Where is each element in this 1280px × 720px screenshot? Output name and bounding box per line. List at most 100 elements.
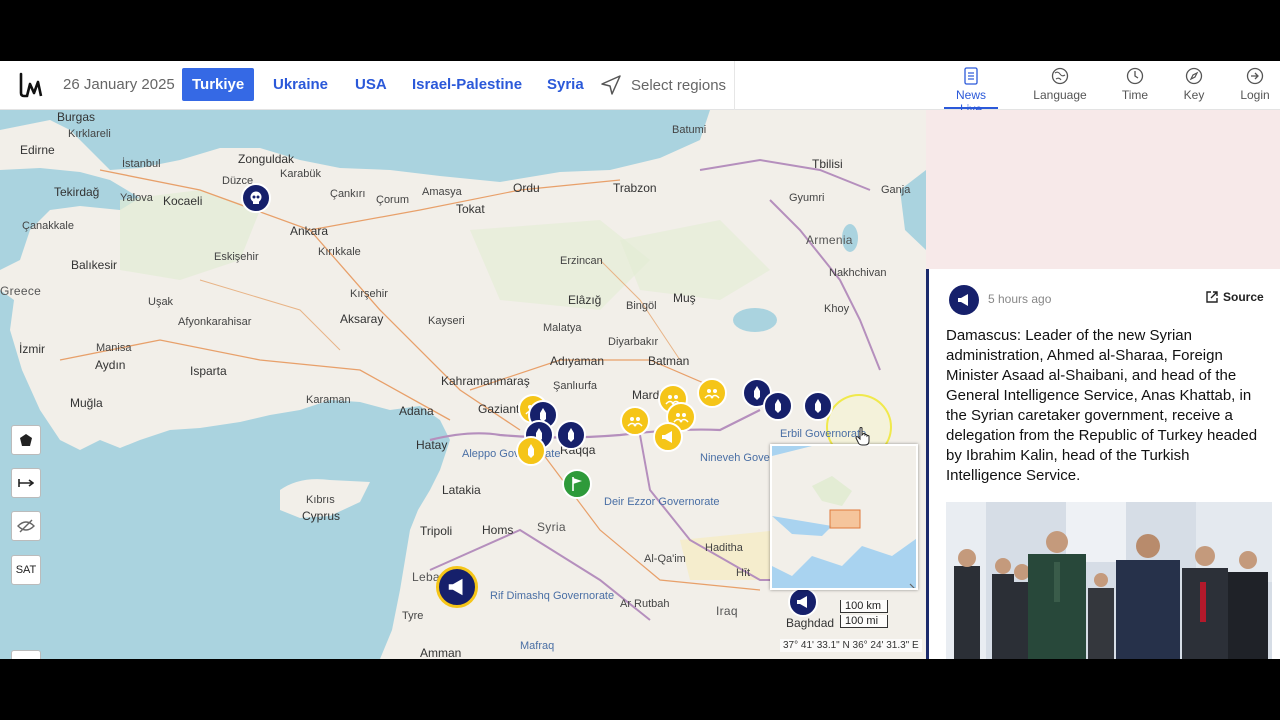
map-label: Kahramanmaraş: [441, 374, 530, 388]
nav-time[interactable]: Time: [1117, 67, 1153, 109]
map-label: Batumi: [672, 124, 707, 136]
map-label: İzmir: [19, 342, 45, 356]
bomb-icon: [754, 386, 760, 400]
zoom-in-button[interactable]: +: [12, 651, 40, 659]
map-label: Adana: [399, 404, 434, 418]
event-marker-airstrike[interactable]: [763, 391, 793, 421]
map-label: Amman: [420, 646, 462, 659]
map-label: Çanakkale: [22, 220, 74, 232]
map-label: Mafraq: [520, 640, 555, 652]
map-label: Muş: [673, 291, 696, 305]
map-label: Karaman: [306, 394, 351, 406]
event-marker-statement[interactable]: [653, 422, 683, 452]
map-label: Armenia: [806, 233, 853, 247]
nav-news-live[interactable]: News Live: [944, 67, 998, 116]
nav-key-label: Key: [1183, 88, 1205, 102]
event-marker-airstrike[interactable]: [803, 391, 833, 421]
overview-minimap[interactable]: [770, 444, 918, 590]
letterbox-bottom: [0, 659, 1280, 720]
map-view[interactable]: Burgas Kırklareli Edirne Tekirdağ İstanb…: [0, 110, 926, 659]
statement-category-badge: [949, 285, 979, 315]
map-label: Tokat: [456, 202, 485, 216]
region-tab-turkiye[interactable]: Turkiye: [182, 68, 255, 101]
region-tab-israel-palestine[interactable]: Israel-Palestine: [402, 68, 532, 101]
map-label: Şanlıurfa: [553, 380, 598, 392]
ruler-arrows-icon: [18, 479, 34, 487]
minimap-layer: [772, 446, 916, 588]
map-label: Haditha: [705, 542, 743, 554]
nav-login[interactable]: Login: [1237, 67, 1273, 109]
bomb-icon: [528, 444, 534, 458]
map-label: Al-Qa'im: [644, 553, 686, 565]
map-label: Afyonkarahisar: [178, 316, 252, 328]
news-article-card[interactable]: 5 hours ago Source Damascus: Leader of t…: [926, 269, 1280, 659]
pentagon-icon: [20, 434, 32, 446]
map-label: İstanbul: [122, 158, 161, 170]
map-label: Balıkesir: [71, 258, 118, 272]
event-marker-statement[interactable]: [788, 587, 818, 617]
cursor-coordinates: 37° 41' 33.1" N 36° 24' 31.3" E: [780, 639, 922, 652]
event-marker-flag[interactable]: [562, 469, 592, 499]
megaphone-icon: [662, 431, 672, 443]
article-photo[interactable]: [946, 502, 1272, 659]
map-label: Trabzon: [613, 181, 657, 195]
people-icon: [673, 413, 689, 423]
article-source-link[interactable]: Source: [1205, 290, 1264, 304]
map-label: Ar Rutbah: [620, 598, 670, 610]
event-marker-protest[interactable]: [697, 378, 727, 408]
map-label: Manisa: [96, 342, 132, 354]
event-marker-airstrike[interactable]: [516, 436, 546, 466]
map-label: Edirne: [20, 143, 55, 157]
people-icon: [704, 389, 720, 399]
event-marker-airstrike[interactable]: [556, 420, 586, 450]
delegation-photo-illustration: [946, 502, 1272, 659]
map-label: Latakia: [442, 483, 481, 497]
map-label: Tekirdağ: [54, 185, 100, 199]
app-logo[interactable]: [18, 71, 44, 99]
select-regions-button[interactable]: Select regions: [600, 73, 726, 97]
draw-polygon-button[interactable]: [11, 425, 41, 455]
app-window: 26 January 2025 Turkiye Ukraine USA Isra…: [0, 61, 1280, 659]
scale-mi: 100 mi: [840, 615, 888, 628]
event-marker-protest[interactable]: [620, 406, 650, 436]
event-marker-statement-selected[interactable]: [436, 566, 478, 608]
compass-icon: [1185, 67, 1203, 85]
map-label: Cyprus: [302, 509, 341, 523]
nav-key[interactable]: Key: [1180, 67, 1208, 109]
satellite-toggle-button[interactable]: SAT: [11, 555, 41, 585]
eye-off-icon: [17, 519, 35, 533]
map-label: Tripoli: [420, 524, 453, 538]
top-header: 26 January 2025 Turkiye Ukraine USA Isra…: [0, 61, 1280, 116]
scale-km: 100 km: [840, 600, 888, 613]
map-label: Aksaray: [340, 312, 384, 326]
measure-distance-button[interactable]: [11, 468, 41, 498]
clock-icon: [1126, 67, 1144, 85]
map-label: Ganja: [881, 184, 911, 196]
event-marker-death[interactable]: [241, 183, 271, 213]
map-label: Malatya: [543, 322, 582, 334]
map-label: Greece: [0, 284, 42, 298]
map-label: Khoy: [824, 303, 850, 315]
hand-cursor-icon: [855, 427, 870, 446]
map-label: Çorum: [376, 194, 410, 206]
map-label: Rif Dimashq Governorate: [490, 590, 615, 602]
megaphone-icon: [797, 596, 807, 608]
map-label: Karabük: [280, 168, 321, 180]
toggle-visibility-button[interactable]: [11, 511, 41, 541]
map-label: Kırıkkale: [318, 246, 361, 258]
map-label: Diyarbakır: [608, 336, 659, 348]
external-link-icon: [1206, 291, 1218, 303]
people-icon: [627, 417, 643, 427]
map-label: Kırklareli: [68, 128, 111, 140]
map-label: Elâzığ: [568, 293, 602, 307]
map-label: Kayseri: [428, 315, 465, 327]
header-divider: [734, 61, 735, 110]
navigation-arrow-icon: [601, 75, 621, 95]
region-tab-ukraine[interactable]: Ukraine: [263, 68, 338, 101]
map-label: Aydın: [95, 358, 126, 372]
nav-language[interactable]: Language: [1032, 67, 1088, 109]
region-tab-usa[interactable]: USA: [345, 68, 397, 101]
nav-login-label: Login: [1240, 88, 1270, 102]
map-label: Erzincan: [560, 255, 603, 267]
region-tab-syria[interactable]: Syria: [537, 68, 594, 101]
